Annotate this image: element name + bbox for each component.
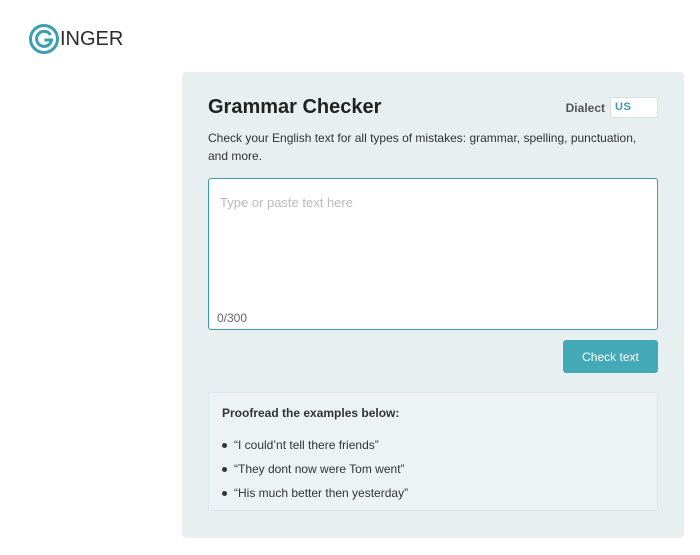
- character-counter: 0/300: [217, 311, 248, 325]
- example-text: “I could’nt tell there friends”: [234, 438, 379, 452]
- ginger-logo-mark: [29, 24, 59, 54]
- page-title: Grammar Checker: [208, 96, 382, 118]
- bullet-icon: [222, 466, 227, 472]
- text-input-placeholder: Type or paste text here: [220, 195, 353, 210]
- dialect-label: Dialect: [565, 100, 605, 115]
- bullet-icon: [222, 490, 227, 496]
- bullet-icon: [222, 442, 227, 448]
- text-input-area[interactable]: Type or paste text here 0/300: [208, 178, 658, 330]
- example-item[interactable]: “They dont now were Tom went”: [222, 457, 408, 481]
- checker-description: Check your English text for all types of…: [208, 131, 637, 163]
- examples-list: “I could’nt tell there friends” “They do…: [222, 433, 408, 505]
- ginger-logo[interactable]: INGER: [29, 24, 123, 54]
- example-text: “They dont now were Tom went”: [234, 462, 405, 476]
- logo-text: INGER: [60, 28, 124, 50]
- grammar-checker-panel: Grammar Checker Dialect US Check your En…: [182, 72, 684, 538]
- example-item[interactable]: “I could’nt tell there friends”: [222, 433, 408, 457]
- check-text-button[interactable]: Check text: [563, 340, 658, 373]
- examples-title: Proofread the examples below:: [222, 406, 400, 420]
- dialect-selector: Dialect US: [566, 97, 658, 118]
- dialect-dropdown[interactable]: US: [610, 97, 658, 118]
- examples-box: Proofread the examples below: “I could’n…: [208, 392, 658, 511]
- example-item[interactable]: “His much better then yesterday”: [222, 481, 408, 505]
- example-text: “His much better then yesterday”: [234, 486, 409, 500]
